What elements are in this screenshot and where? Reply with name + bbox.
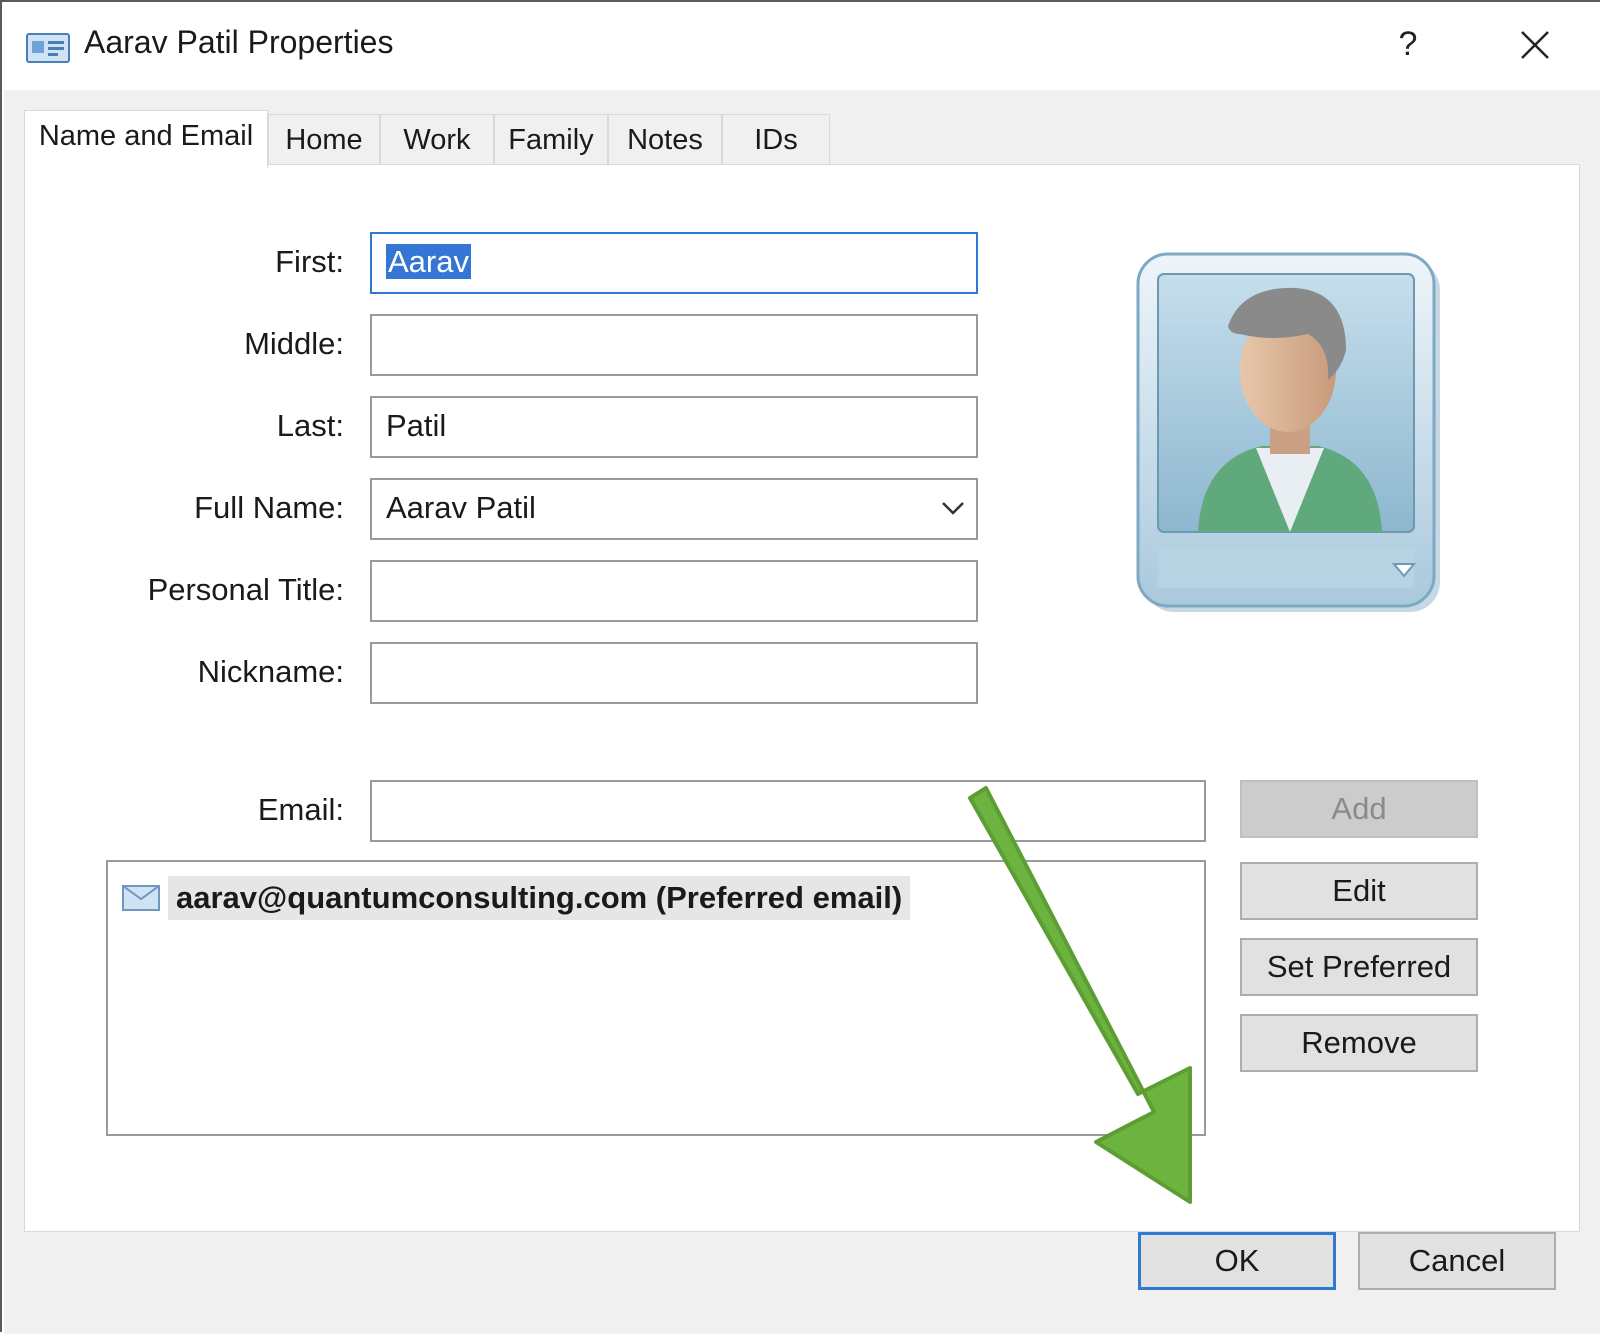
add-email-button[interactable]: Add — [1240, 780, 1478, 838]
tab-family[interactable]: Family — [494, 114, 608, 166]
dialog-body: Name and Email Home Work Family Notes ID… — [4, 90, 1600, 1334]
email-label: Email: — [257, 792, 344, 827]
tab-name-and-email[interactable]: Name and Email — [24, 110, 268, 168]
personal-title-label: Personal Title: — [147, 572, 344, 607]
last-name-field[interactable]: Patil — [370, 396, 978, 458]
email-list[interactable]: aarav@quantumconsulting.com (Preferred e… — [106, 860, 1206, 1136]
full-name-combobox[interactable]: Aarav Patil — [370, 478, 978, 540]
chevron-down-icon[interactable] — [940, 498, 966, 518]
full-name-value: Aarav Patil — [386, 490, 536, 525]
title-bar: Aarav Patil Properties ? — [2, 2, 1600, 90]
set-preferred-button[interactable]: Set Preferred — [1240, 938, 1478, 996]
close-icon[interactable] — [1512, 22, 1558, 68]
email-input[interactable] — [370, 780, 1206, 842]
nickname-label: Nickname: — [197, 654, 344, 689]
cancel-button[interactable]: Cancel — [1358, 1232, 1556, 1290]
tab-work[interactable]: Work — [380, 114, 494, 166]
nickname-field[interactable] — [370, 642, 978, 704]
properties-window: Aarav Patil Properties ? Name and Email … — [0, 0, 1600, 1334]
contact-card-icon — [26, 33, 70, 63]
remove-email-button[interactable]: Remove — [1240, 1014, 1478, 1072]
window-title: Aarav Patil Properties — [84, 24, 394, 60]
first-name-value: Aarav — [386, 244, 471, 279]
tab-notes[interactable]: Notes — [608, 114, 722, 166]
personal-title-field[interactable] — [370, 560, 978, 622]
help-icon[interactable]: ? — [1388, 20, 1428, 68]
tab-home[interactable]: Home — [268, 114, 380, 166]
last-label: Last: — [276, 408, 344, 443]
edit-email-button[interactable]: Edit — [1240, 862, 1478, 920]
list-item[interactable]: aarav@quantumconsulting.com (Preferred e… — [122, 872, 911, 924]
contact-avatar-icon[interactable] — [1132, 250, 1452, 622]
first-name-field[interactable]: Aarav — [370, 232, 978, 294]
email-entry-text: aarav@quantumconsulting.com (Preferred e… — [168, 876, 911, 920]
envelope-icon — [122, 885, 160, 911]
middle-label: Middle: — [244, 326, 344, 361]
tab-ids[interactable]: IDs — [722, 114, 830, 166]
middle-name-field[interactable] — [370, 314, 978, 376]
ok-button[interactable]: OK — [1138, 1232, 1336, 1290]
first-label: First: — [275, 244, 344, 279]
full-name-label: Full Name: — [194, 490, 344, 525]
